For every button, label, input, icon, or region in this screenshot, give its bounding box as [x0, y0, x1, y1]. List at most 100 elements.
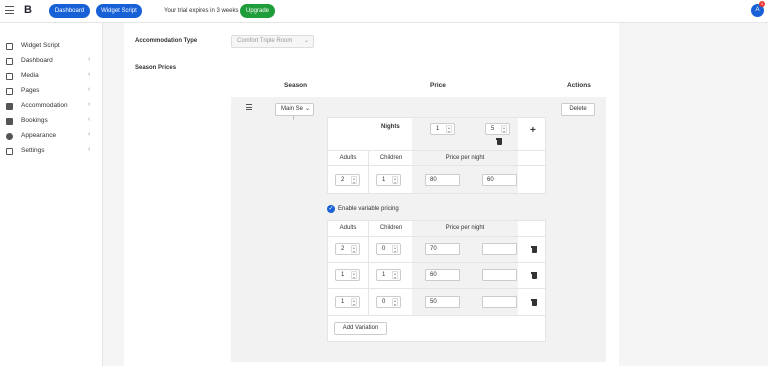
- column-header-actions: Actions: [567, 82, 591, 89]
- trash-icon[interactable]: [496, 138, 502, 145]
- sidebar: Widget Script Dashboard ‹ Media ‹ Pages …: [0, 23, 103, 366]
- trash-icon[interactable]: [531, 299, 537, 306]
- sidebar-item-pages[interactable]: Pages ‹: [0, 84, 103, 99]
- variation-adults-input[interactable]: 1 ▴ ▾: [335, 296, 360, 308]
- children-value: 1: [382, 177, 386, 183]
- upgrade-button[interactable]: Upgrade: [240, 4, 275, 18]
- chevron-icon: ‹: [88, 101, 91, 108]
- variation-adults-input[interactable]: 1 ▴ ▾: [335, 269, 360, 281]
- divider: [368, 221, 369, 315]
- sidebar-item-label: Accommodation: [21, 102, 68, 109]
- season-value: Main Se: [281, 106, 304, 112]
- variation-price-input[interactable]: 50: [425, 296, 460, 308]
- sidebar-item-settings[interactable]: Settings ‹: [0, 144, 103, 159]
- spinner-icon[interactable]: ▴ ▾: [501, 125, 507, 133]
- code-icon: [6, 43, 13, 50]
- sidebar-item-label: Appearance: [21, 132, 57, 139]
- dashboard-button[interactable]: Dashboard: [49, 4, 90, 18]
- children-value: 0: [382, 299, 386, 305]
- adults-value: 2: [341, 177, 345, 183]
- variation-adults-input[interactable]: 2 ▴ ▾: [335, 243, 360, 255]
- image-icon: [6, 73, 13, 80]
- accommodation-type-value: Comfort Triple Room: [237, 38, 293, 44]
- variation-children-input[interactable]: 1 ▴ ▾: [376, 269, 401, 281]
- spinner-icon[interactable]: ▴ ▾: [446, 125, 452, 133]
- adults-header: Adults: [339, 155, 357, 161]
- nights-from-value: 1: [436, 126, 440, 132]
- nights-to-input[interactable]: 5 ▴ ▾: [485, 123, 510, 135]
- accommodation-type-select[interactable]: Comfort Triple Room ⌄: [231, 35, 314, 48]
- sidebar-item-accommodation[interactable]: Accommodation ‹: [0, 99, 103, 114]
- price-input[interactable]: 80: [425, 174, 460, 186]
- children-value: 1: [382, 272, 386, 278]
- chevron-icon: ‹: [88, 146, 91, 153]
- delete-button[interactable]: Delete: [561, 103, 595, 116]
- spinner-icon[interactable]: ▴ ▾: [351, 298, 357, 306]
- logo[interactable]: B: [24, 4, 36, 17]
- adults-value: 1: [341, 272, 345, 278]
- arrow-up-icon: ↑: [292, 116, 295, 122]
- menu-icon[interactable]: [5, 6, 14, 15]
- adults-input[interactable]: 2 ▴ ▾: [335, 174, 360, 186]
- sidebar-item-label: Settings: [21, 147, 45, 154]
- divider: [327, 150, 546, 151]
- chevron-icon: ‹: [88, 56, 91, 63]
- divider: [327, 288, 546, 289]
- trash-icon[interactable]: [531, 272, 537, 279]
- grid-icon: [6, 58, 13, 65]
- checkbox-checked-icon[interactable]: ✓: [327, 205, 335, 213]
- variation-price-input[interactable]: [482, 269, 517, 281]
- sidebar-item-media[interactable]: Media ‹: [0, 69, 103, 84]
- trash-icon[interactable]: [531, 246, 537, 253]
- calendar-icon: [6, 118, 13, 125]
- sidebar-item-dashboard[interactable]: Dashboard ‹: [0, 54, 103, 69]
- variation-price-input[interactable]: [482, 296, 517, 308]
- spinner-icon[interactable]: ▴ ▾: [392, 298, 398, 306]
- drag-handle-icon[interactable]: [246, 104, 252, 112]
- chevron-down-icon: ⌄: [303, 104, 310, 115]
- chevron-icon: ‹: [88, 116, 91, 123]
- sidebar-item-bookings[interactable]: Bookings ‹: [0, 114, 103, 129]
- children-value: 0: [382, 246, 386, 252]
- sidebar-item-appearance[interactable]: Appearance ‹: [0, 129, 103, 144]
- sidebar-item-label: Dashboard: [21, 57, 53, 64]
- price-input[interactable]: 60: [482, 174, 517, 186]
- spinner-icon[interactable]: ▴ ▾: [392, 176, 398, 184]
- sidebar-item-widget-script[interactable]: Widget Script: [0, 39, 103, 54]
- children-header: Children: [379, 225, 403, 231]
- price-per-night-header: Price per night: [445, 155, 485, 161]
- spinner-icon[interactable]: ▴ ▾: [351, 271, 357, 279]
- variation-children-input[interactable]: 0 ▴ ▾: [376, 243, 401, 255]
- chevron-icon: ‹: [88, 131, 91, 138]
- nights-label: Nights: [381, 124, 400, 130]
- widget-script-button[interactable]: Widget Script: [96, 4, 142, 18]
- nights-from-input[interactable]: 1 ▴ ▾: [430, 123, 455, 135]
- palette-icon: [6, 133, 13, 140]
- add-variation-button[interactable]: Add Variation: [334, 322, 387, 335]
- spinner-icon[interactable]: ▴ ▾: [351, 176, 357, 184]
- chevron-icon: ‹: [88, 71, 91, 78]
- season-select[interactable]: Main Se ⌄: [275, 103, 314, 116]
- adults-header: Adults: [339, 225, 357, 231]
- enable-variable-pricing-label: Enable variable pricing: [338, 206, 399, 212]
- variation-children-input[interactable]: 0 ▴ ▾: [376, 296, 401, 308]
- variation-price-input[interactable]: 60: [425, 269, 460, 281]
- accommodation-type-label: Accommodation Type: [135, 38, 198, 44]
- plus-icon[interactable]: +: [530, 125, 536, 136]
- adults-value: 1: [341, 299, 345, 305]
- spinner-icon[interactable]: ▴ ▾: [392, 245, 398, 253]
- variation-price-input[interactable]: 70: [425, 243, 460, 255]
- divider: [327, 236, 546, 237]
- notification-badge: 1: [759, 1, 765, 7]
- children-input[interactable]: 1 ▴ ▾: [376, 174, 401, 186]
- settings-icon: [6, 148, 13, 155]
- chevron-icon: ‹: [88, 86, 91, 93]
- trial-text: Your trial expires in 3 weeks: [164, 8, 239, 14]
- spinner-icon[interactable]: ▴ ▾: [392, 271, 398, 279]
- spinner-icon[interactable]: ▴ ▾: [351, 245, 357, 253]
- nights-to-value: 5: [491, 126, 495, 132]
- variation-price-input[interactable]: [482, 243, 517, 255]
- sidebar-item-label: Bookings: [21, 117, 48, 124]
- sidebar-item-label: Widget Script: [21, 42, 60, 49]
- folder-icon: [6, 88, 13, 95]
